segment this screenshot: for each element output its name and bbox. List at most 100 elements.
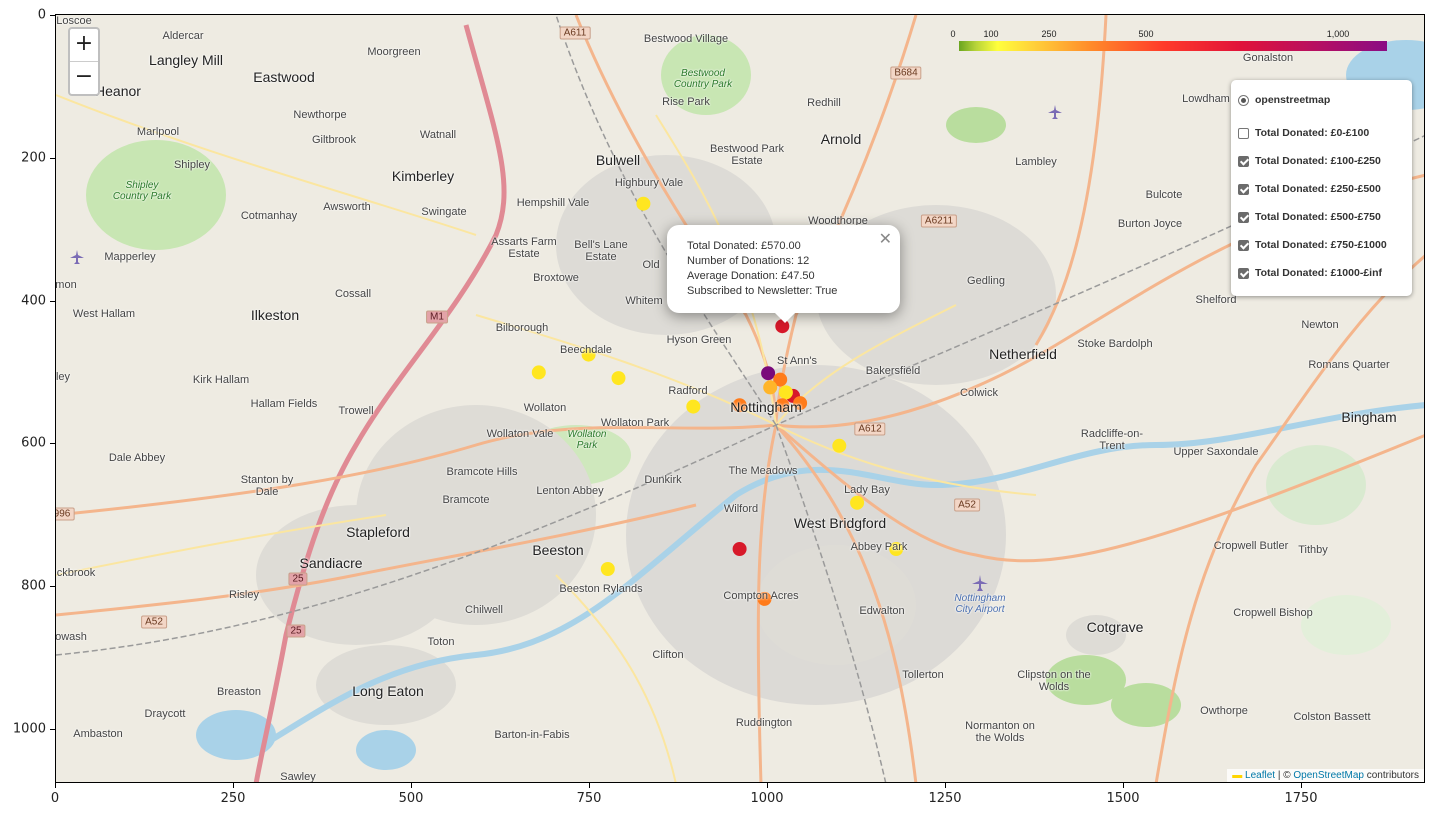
donation-marker[interactable]: [761, 366, 776, 381]
place-label: Clifton: [652, 649, 684, 661]
place-label: ckbrook: [56, 567, 96, 579]
place-label: Lambley: [1015, 156, 1057, 168]
overlay-label: Total Donated: £1000-£inf: [1255, 267, 1382, 279]
overlay-option[interactable]: Total Donated: £1000-£inf: [1238, 265, 1382, 281]
place-label: Wollaton: [523, 402, 567, 414]
checkbox-checked-icon[interactable]: [1238, 239, 1249, 251]
base-layer-label: openstreetmap: [1255, 94, 1331, 106]
place-label: Shipley: [173, 159, 211, 171]
place-label: Wollaton Vale: [486, 428, 554, 440]
place-label: Compton Acres: [723, 590, 799, 602]
donation-marker[interactable]: [832, 438, 847, 453]
place-label: Gedling: [967, 275, 1005, 287]
place-label: Swingate: [421, 206, 467, 218]
ukraine-flag-icon: ▬: [1232, 770, 1243, 781]
place-label: Kimberley: [391, 168, 455, 184]
leaflet-link[interactable]: Leaflet: [1245, 770, 1275, 781]
road-shield: B684: [890, 66, 922, 80]
place-label: Aldercar: [162, 30, 204, 42]
overlay-option[interactable]: Total Donated: £500-£750: [1238, 209, 1381, 225]
place-label: Hyson Green: [666, 334, 732, 346]
place-label: Marlpool: [136, 126, 180, 138]
donation-marker[interactable]: [636, 196, 651, 211]
place-label: Giltbrook: [311, 134, 357, 146]
place-label: Newthorpe: [293, 109, 347, 121]
place-label: mon: [55, 279, 77, 291]
place-label: Toton: [427, 636, 455, 648]
place-label: Bell's Lane Estate: [574, 239, 628, 263]
place-label: Lowdham: [1182, 93, 1230, 105]
place-label: Stapleford: [346, 524, 410, 540]
donation-marker[interactable]: [686, 399, 701, 414]
popup-number-of-donations: Number of Donations: 12: [687, 255, 810, 267]
x-tick: 1500: [1106, 791, 1140, 806]
overlay-option[interactable]: Total Donated: £100-£250: [1238, 153, 1381, 169]
donation-marker[interactable]: [763, 380, 778, 395]
place-label: Highbury Vale: [614, 177, 684, 189]
donation-marker[interactable]: [611, 371, 626, 386]
donation-marker[interactable]: [600, 562, 615, 576]
place-label: ley: [55, 371, 71, 383]
donation-marker[interactable]: [850, 495, 865, 510]
place-label: Bramcote Hills: [446, 466, 518, 478]
donation-marker[interactable]: [531, 365, 546, 380]
place-label: Bestwood Park Estate: [710, 143, 784, 167]
place-label: Radcliffe-on-Trent: [1080, 428, 1144, 452]
place-label: Chilwell: [465, 604, 503, 616]
close-icon[interactable]: ✕: [879, 229, 892, 248]
popup-tip: [775, 313, 795, 323]
openstreetmap-link[interactable]: OpenStreetMap: [1293, 770, 1364, 781]
y-tick: 0: [37, 7, 46, 23]
place-label: Lady Bay: [844, 484, 890, 496]
checkbox-checked-icon[interactable]: [1238, 183, 1249, 195]
radio-selected-icon[interactable]: [1238, 94, 1249, 106]
x-tick: 1000: [750, 791, 784, 806]
overlay-option[interactable]: Total Donated: £0-£100: [1238, 125, 1369, 141]
place-label: Breaston: [216, 686, 262, 698]
place-label: The Meadows: [728, 465, 798, 477]
popup-average-donation: Average Donation: £47.50: [687, 270, 815, 282]
checkbox-checked-icon[interactable]: [1238, 267, 1249, 279]
place-label: Wilford: [723, 503, 759, 515]
place-label: Loscoe: [56, 15, 92, 27]
donation-marker[interactable]: [778, 385, 793, 400]
y-tick: 400: [21, 293, 46, 309]
place-label: Bilborough: [495, 322, 549, 334]
place-label: Lenton Abbey: [536, 485, 604, 497]
base-layer-option[interactable]: openstreetmap: [1238, 92, 1330, 108]
overlay-option[interactable]: Total Donated: £750-£1000: [1238, 237, 1387, 253]
road-shield: M1: [426, 310, 448, 324]
place-label: Upper Saxondale: [1173, 446, 1259, 458]
road-shield: 25: [288, 572, 308, 586]
checkbox-unchecked-icon[interactable]: [1238, 127, 1249, 139]
zoom-out-button[interactable]: −: [70, 62, 98, 94]
donation-marker[interactable]: [732, 542, 747, 556]
place-label: Heanor: [95, 83, 141, 99]
place-label: Long Eaton: [352, 683, 424, 699]
place-label: Arnold: [820, 131, 862, 147]
place-label: Bulwell: [595, 152, 641, 168]
airport-icon: [972, 575, 988, 591]
place-label: Romans Quarter: [1308, 359, 1390, 371]
popup-subscribed: Subscribed to Newsletter: True: [687, 285, 838, 297]
place-label: Shelford: [1195, 294, 1237, 306]
overlay-label: Total Donated: £750-£1000: [1255, 239, 1387, 251]
place-label: Edwalton: [859, 605, 905, 617]
place-label: Mapperley: [104, 251, 156, 263]
zoom-in-button[interactable]: +: [70, 29, 98, 62]
map-attribution: ▬ Leaflet | © OpenStreetMap contributors: [1227, 769, 1424, 782]
overlay-option[interactable]: Total Donated: £250-£500: [1238, 181, 1381, 197]
place-label: Old: [642, 259, 660, 271]
road-shield: A52: [954, 498, 980, 512]
map-frame[interactable]: Loscoe Aldercar Langley Mill Eastwood Mo…: [55, 14, 1425, 783]
place-label: Cropwell Butler: [1213, 540, 1289, 552]
checkbox-checked-icon[interactable]: [1238, 155, 1249, 167]
x-tick: 0: [50, 791, 60, 806]
place-label: Colston Bassett: [1293, 711, 1371, 723]
place-label: Shipley Country Park: [112, 180, 172, 202]
place-label: Rise Park: [662, 96, 710, 108]
road-shield: 25: [286, 624, 306, 638]
checkbox-checked-icon[interactable]: [1238, 211, 1249, 223]
road-shield: A6211: [920, 214, 958, 228]
road-shield: 996: [56, 507, 75, 521]
